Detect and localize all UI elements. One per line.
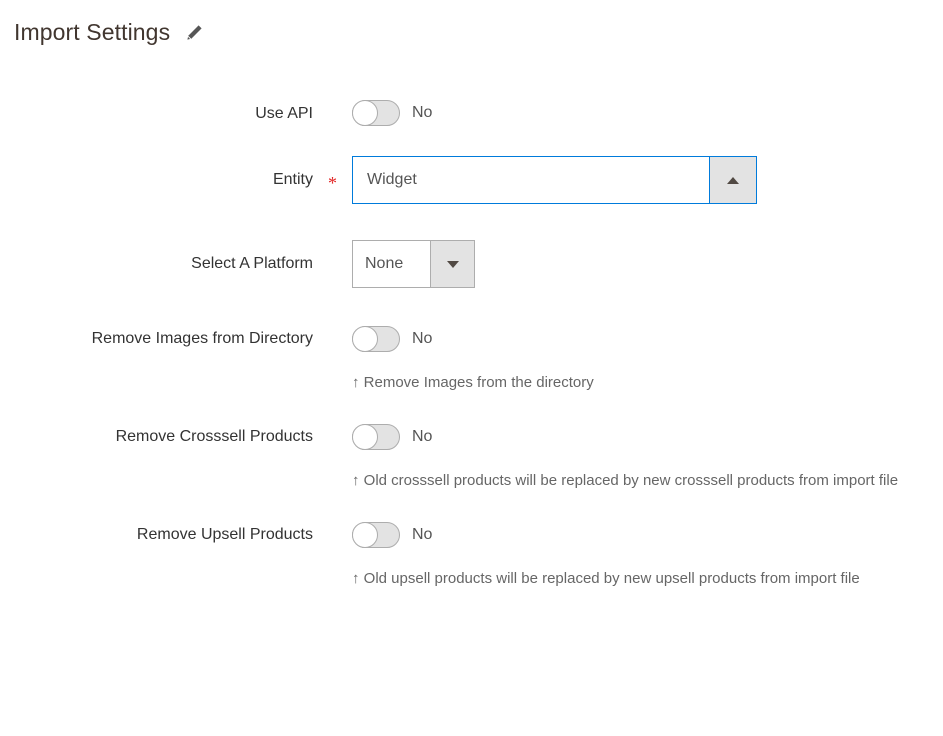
field-control-use-api: No <box>352 100 943 126</box>
field-note-remove-crosssell: ↑ Old crosssell products will be replace… <box>352 472 899 489</box>
toggle-wrap-remove-images: No <box>352 326 943 352</box>
platform-select[interactable]: None <box>352 240 475 288</box>
field-control-remove-images: No ↑ Remove Images from the directory <box>352 326 943 394</box>
field-control-remove-upsell: No ↑ Old upsell products will be replace… <box>352 522 943 590</box>
toggle-knob <box>352 424 378 450</box>
entity-input[interactable] <box>353 157 709 203</box>
toggle-wrap-remove-crosssell: No <box>352 424 943 450</box>
field-label-remove-crosssell: Remove Crosssell Products <box>115 428 313 445</box>
page-header: Import Settings <box>14 14 204 50</box>
field-row-remove-crosssell: Remove Crosssell Products No ↑ Old cross… <box>0 424 943 492</box>
field-label-remove-images: Remove Images from Directory <box>91 330 313 347</box>
toggle-wrap-use-api: No <box>352 100 943 126</box>
platform-dropdown-button[interactable] <box>430 241 474 287</box>
field-row-remove-images: Remove Images from Directory No ↑ Remove… <box>0 326 943 394</box>
field-control-platform: None <box>352 240 943 288</box>
field-row-remove-upsell: Remove Upsell Products No ↑ Old upsell p… <box>0 522 943 590</box>
field-label-remove-upsell: Remove Upsell Products <box>136 526 313 543</box>
field-label-platform: Select A Platform <box>191 255 313 272</box>
toggle-remove-images[interactable] <box>352 326 400 352</box>
required-indicator-entity: * <box>328 173 337 193</box>
pencil-icon[interactable] <box>184 23 204 43</box>
chevron-up-icon <box>727 176 739 184</box>
toggle-knob <box>352 100 378 126</box>
entity-dropdown-button[interactable] <box>709 157 756 203</box>
toggle-value-remove-upsell: No <box>412 526 433 543</box>
field-control-entity <box>352 156 943 204</box>
field-note-remove-upsell: ↑ Old upsell products will be replaced b… <box>352 570 860 587</box>
field-row-entity: Entity * <box>0 156 943 204</box>
toggle-wrap-remove-upsell: No <box>352 522 943 548</box>
chevron-down-icon <box>446 260 459 268</box>
field-note-remove-images: ↑ Remove Images from the directory <box>352 374 594 391</box>
field-row-use-api: Use API No <box>0 100 943 126</box>
field-label-entity: Entity <box>272 171 313 188</box>
toggle-knob <box>352 522 378 548</box>
toggle-remove-crosssell[interactable] <box>352 424 400 450</box>
toggle-use-api[interactable] <box>352 100 400 126</box>
toggle-remove-upsell[interactable] <box>352 522 400 548</box>
import-settings-form: Use API No Entity * Select A Platform <box>0 100 943 590</box>
platform-select-value: None <box>365 255 404 272</box>
page-title: Import Settings <box>14 18 171 45</box>
field-row-platform: Select A Platform None <box>0 240 943 288</box>
field-label-use-api: Use API <box>255 105 313 122</box>
field-control-remove-crosssell: No ↑ Old crosssell products will be repl… <box>352 424 943 492</box>
toggle-knob <box>352 326 378 352</box>
entity-combobox[interactable] <box>352 156 757 204</box>
toggle-value-remove-images: No <box>412 330 433 347</box>
toggle-value-remove-crosssell: No <box>412 428 433 445</box>
toggle-value-use-api: No <box>412 104 433 121</box>
